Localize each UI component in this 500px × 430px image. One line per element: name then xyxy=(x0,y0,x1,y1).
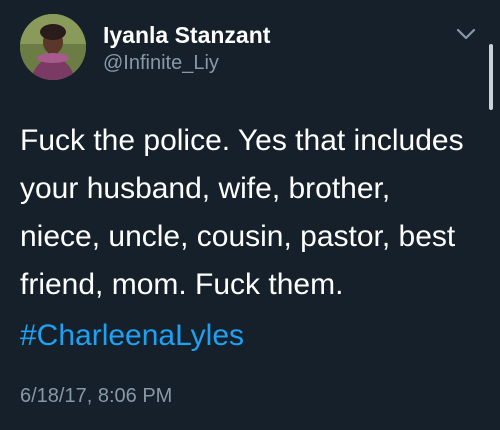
tweet-text-line: niece, uncle, cousin, pastor, best xyxy=(20,220,456,253)
tweet-text: Fuck the police. Yes that includes your … xyxy=(20,117,482,309)
chevron-down-icon[interactable] xyxy=(455,26,477,42)
avatar[interactable] xyxy=(20,14,86,80)
tweet-text-line: friend, mom. Fuck them. xyxy=(20,268,344,301)
hashtag-link[interactable]: #CharleenaLyles xyxy=(20,319,244,353)
avatar-image xyxy=(20,14,86,80)
tweet-text-line: Fuck the police. Yes that includes xyxy=(20,124,464,157)
tweet-timestamp[interactable]: 6/18/17, 8:06 PM xyxy=(20,385,172,408)
display-name[interactable]: Iyanla Stanzant xyxy=(103,22,270,49)
scrollbar[interactable] xyxy=(489,44,493,110)
user-handle[interactable]: @Infinite_Liy xyxy=(103,52,219,75)
tweet-text-line: your husband, wife, brother, xyxy=(20,172,391,205)
tweet-card: Iyanla Stanzant @Infinite_Liy Fuck the p… xyxy=(0,0,500,430)
